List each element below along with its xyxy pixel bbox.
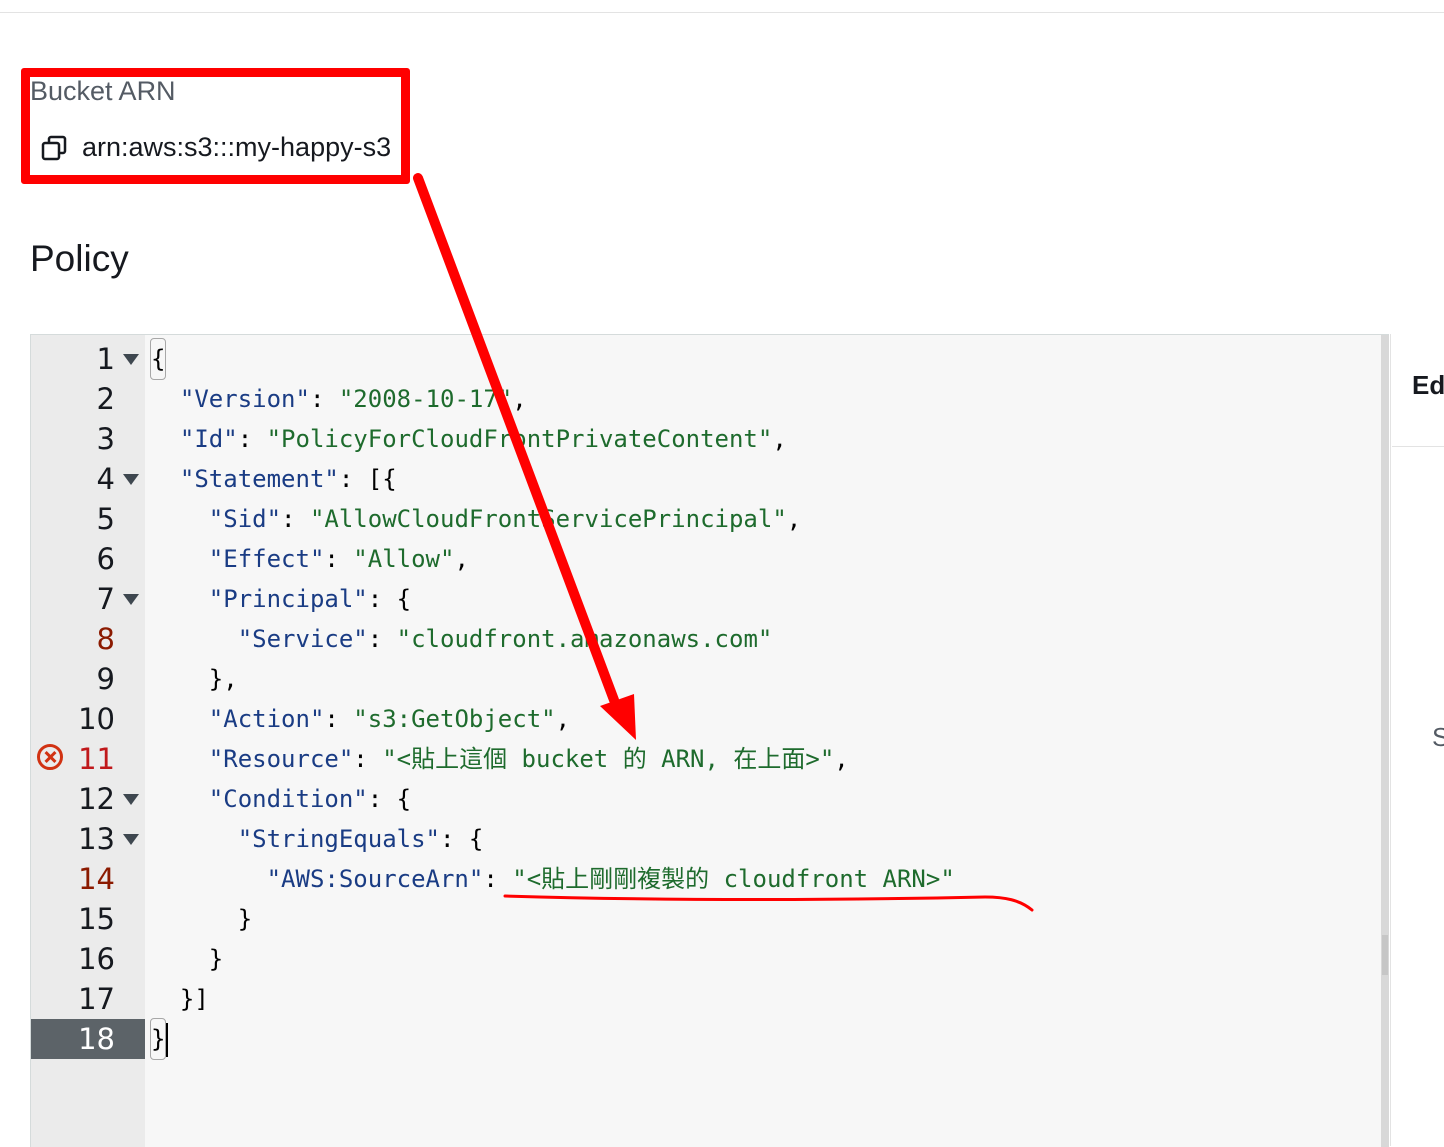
line-number: 14 [78,862,115,896]
code-line[interactable]: 8 "Service": "cloudfront.amazonaws.com" [31,619,1381,659]
code-token: } [149,1018,167,1060]
code-line[interactable]: 1 { [31,338,1381,380]
json-key: "Action" [208,705,325,733]
json-key: "Principal" [208,585,368,613]
json-key: "StringEquals" [237,825,440,853]
line-number: 9 [96,662,115,696]
json-string: "s3:GetObject" [353,705,556,733]
code-line[interactable]: 4 "Statement": [{ [31,459,1381,499]
line-number: 8 [96,622,115,656]
code-line[interactable]: 2 "Version": "2008-10-17", [31,379,1381,419]
code-line[interactable]: 7 "Principal": { [31,579,1381,619]
line-number: 2 [96,382,115,416]
code-line[interactable]: 5 "Sid": "AllowCloudFrontServicePrincipa… [31,499,1381,539]
line-number: 17 [78,982,115,1016]
annotation-highlight-box [21,68,410,184]
code-line[interactable]: 17 }] [31,979,1381,1019]
code-token: }] [179,985,209,1013]
code-line[interactable]: 15 } [31,899,1381,939]
code-line[interactable]: 12 "Condition": { [31,779,1381,819]
code-line[interactable]: 11 "Resource": "<貼上這個 bucket 的 ARN, 在上面>… [31,739,1381,779]
code-token: }, [208,665,238,693]
code-token: } [208,945,224,973]
fold-arrow-icon[interactable] [123,794,139,805]
json-key: "Version" [179,385,310,413]
code-token: } [237,905,253,933]
line-number: 15 [78,902,115,936]
json-string: "Allow" [353,545,455,573]
json-key: "Service" [237,625,368,653]
line-number: 10 [78,702,115,736]
side-panel-text: S [1432,722,1444,752]
side-panel-divider [1392,446,1444,447]
fold-arrow-icon[interactable] [123,474,139,485]
json-key: "Resource" [208,745,354,773]
json-key: "Condition" [208,785,368,813]
json-string: "PolicyForCloudFrontPrivateContent" [266,425,773,453]
json-string: "cloudfront.amazonaws.com" [396,625,773,653]
fold-arrow-icon[interactable] [123,594,139,605]
line-number: 18 [31,1019,145,1059]
line-number: 11 [78,742,115,776]
json-key: "Sid" [208,505,282,533]
json-key: "AWS:SourceArn" [266,865,484,893]
policy-code-editor[interactable]: 1 { 2 "Version": "2008-10-17", 3 "Id": "… [30,334,1389,1147]
text-caret [166,1023,169,1057]
json-string: "<貼上這個 bucket 的 ARN, 在上面>" [382,745,835,773]
editor-scrollbar[interactable] [1381,335,1389,1147]
code-line-active[interactable]: 18 } [31,1018,1381,1060]
top-bar [0,0,1444,13]
code-line[interactable]: 9 }, [31,659,1381,699]
code-line[interactable]: 16 } [31,939,1381,979]
json-string: "AllowCloudFrontServicePrincipal" [309,505,787,533]
json-key: "Id" [179,425,238,453]
code-token: { [149,338,167,380]
policy-heading: Policy [30,238,129,279]
line-number: 6 [96,542,115,576]
code-line[interactable]: 6 "Effect": "Allow", [31,539,1381,579]
code-line[interactable]: 13 "StringEquals": { [31,819,1381,859]
line-number: 3 [96,422,115,456]
fold-arrow-icon[interactable] [123,354,139,365]
code-line[interactable]: 14 "AWS:SourceArn": "<貼上剛剛複製的 cloudfront… [31,859,1381,899]
code-line[interactable]: 3 "Id": "PolicyForCloudFrontPrivateConte… [31,419,1381,459]
code-line[interactable]: 10 "Action": "s3:GetObject", [31,699,1381,739]
line-number: 5 [96,502,115,536]
json-key: "Effect" [208,545,325,573]
fold-arrow-icon[interactable] [123,834,139,845]
json-key: "Statement" [179,465,339,493]
json-string: "<貼上剛剛複製的 cloudfront ARN>" [512,865,955,893]
json-string: "2008-10-17" [338,385,513,413]
side-panel-title: Ed [1412,370,1444,400]
editor-scroll-thumb[interactable] [1382,935,1388,975]
line-number: 16 [78,942,115,976]
